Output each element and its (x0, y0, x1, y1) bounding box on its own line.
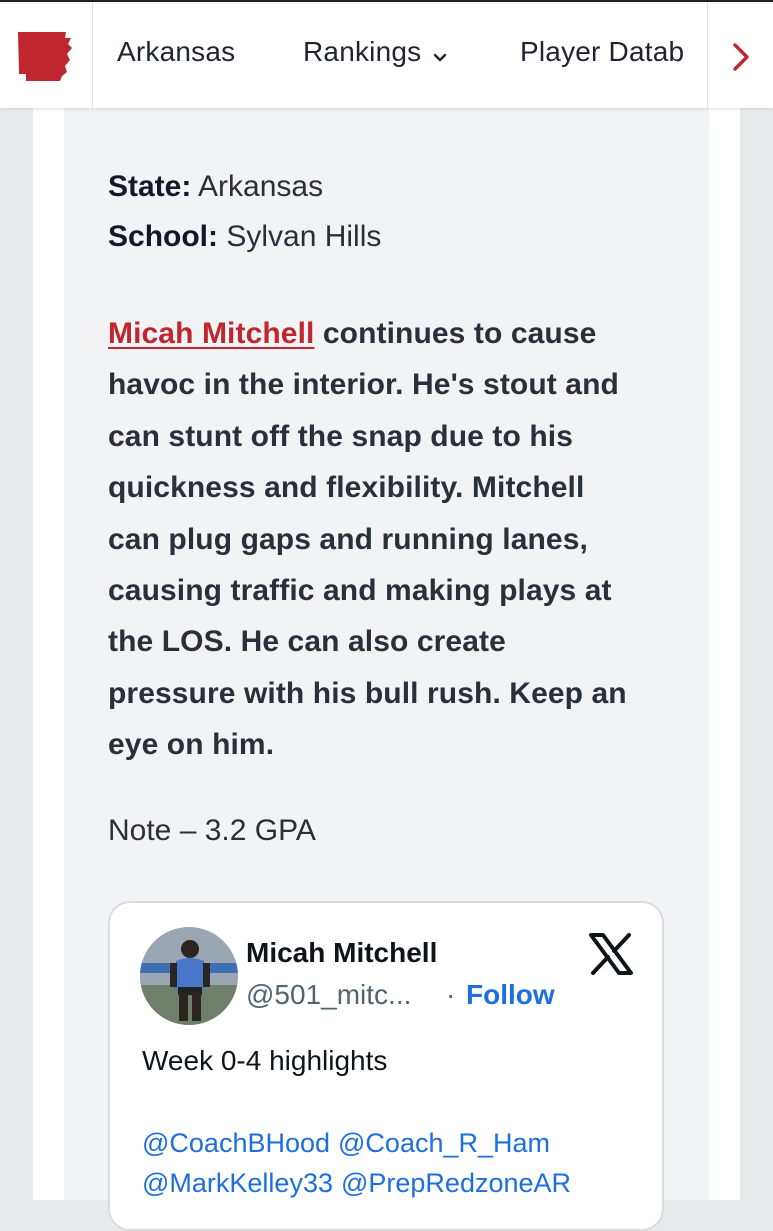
report-line: eye on him. (108, 728, 275, 762)
tweet-author-name[interactable]: Micah Mitchell (246, 937, 437, 969)
report-line-text: continues to cause (314, 317, 597, 350)
chevron-down-icon (433, 38, 447, 70)
school-line: School: Sylvan Hills (108, 220, 381, 254)
school-label: School: (108, 220, 218, 253)
school-value: Sylvan Hills (226, 220, 382, 253)
nav-item-arkansas[interactable]: Arkansas (117, 36, 235, 68)
mentions-row: @MarkKelley33 @PrepRedzoneAR (142, 1163, 579, 1203)
chevron-right-icon (733, 43, 749, 71)
mention-link[interactable]: @CoachBHood (142, 1128, 330, 1158)
nav-item-rankings[interactable]: Rankings (303, 36, 447, 70)
report-line: quickness and flexibility. Mitchell (108, 471, 585, 505)
tweet-text: Week 0-4 highlights (142, 1045, 388, 1076)
report-line: the LOS. He can also create (108, 625, 506, 659)
mention-link[interactable]: @MarkKelley33 (142, 1168, 333, 1198)
report-line: causing traffic and making plays at (108, 574, 612, 608)
player-name-link[interactable]: Micah Mitchell (108, 317, 314, 350)
nav-item-player-database[interactable]: Player Datab (520, 36, 708, 68)
nav-item-label: Rankings (303, 36, 422, 67)
mention-link[interactable]: @PrepRedzoneAR (341, 1168, 571, 1198)
embedded-tweet[interactable]: Micah Mitchell @501_mitc... · Follow Wee… (108, 901, 664, 1231)
mentions-row: @CoachBHood @Coach_R_Ham (142, 1123, 579, 1163)
report-line: pressure with his bull rush. Keep an (108, 676, 627, 710)
state-value: Arkansas (198, 170, 324, 203)
report-line: can plug gaps and running lanes, (108, 522, 588, 556)
report-line: havoc in the interior. He's stout and (108, 368, 619, 402)
report-line: Micah Mitchell continues to cause (108, 308, 688, 359)
top-nav-bar: Arkansas Rankings Player Datab (0, 0, 773, 108)
mention-link[interactable]: @Coach_R_Ham (338, 1128, 550, 1158)
nav-scroll-right-button[interactable] (707, 2, 773, 108)
avatar[interactable] (140, 927, 238, 1025)
report-line: can stunt off the snap due to his (108, 419, 573, 453)
site-logo[interactable] (0, 2, 93, 108)
tweet-mentions: @CoachBHood @Coach_R_Ham @MarkKelley33 @Pr… (142, 1123, 579, 1203)
separator-dot: · (446, 979, 456, 1010)
gpa-note: Note – 3.2 GPA (108, 814, 316, 847)
tweet-author-handle[interactable]: @501_mitc... (246, 979, 411, 1011)
arkansas-state-icon (18, 32, 72, 81)
x-logo-icon[interactable] (588, 933, 634, 980)
state-line: State: Arkansas (108, 170, 323, 204)
state-label: State: (108, 170, 192, 203)
follow-button[interactable]: Follow (466, 979, 555, 1011)
scouting-report: Micah Mitchell continues to cause havoc … (108, 308, 688, 771)
